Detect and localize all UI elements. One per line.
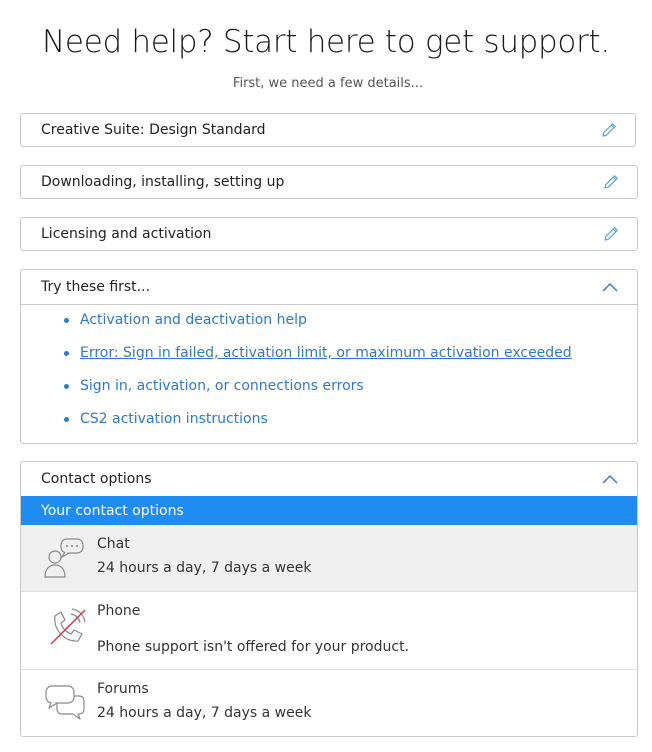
step-product-label: Creative Suite: Design Standard — [41, 122, 266, 138]
contact-option-phone: Phone Phone support isn't offered for yo… — [21, 591, 637, 669]
contact-option-chat[interactable]: Chat 24 hours a day, 7 days a week — [21, 525, 637, 591]
contact-option-name: Chat — [97, 536, 130, 552]
list-item: Activation and deactivation help — [64, 312, 307, 328]
contact-options-header[interactable]: Contact options — [21, 462, 637, 496]
step-topic-label: Licensing and activation — [41, 226, 212, 242]
try-these-first-header[interactable]: Try these first... — [21, 270, 637, 305]
step-product[interactable]: Creative Suite: Design Standard — [20, 113, 636, 147]
step-category[interactable]: Downloading, installing, setting up — [20, 165, 638, 199]
bullet — [64, 383, 69, 389]
chevron-up-icon[interactable] — [601, 281, 619, 293]
chevron-up-icon[interactable] — [601, 473, 619, 485]
list-item: Error: Sign in failed, activation limit,… — [64, 345, 572, 361]
pencil-edit-icon[interactable] — [599, 120, 619, 140]
link-connection-errors[interactable]: Sign in, activation, or connections erro… — [80, 378, 364, 394]
support-logo-icon — [318, 0, 342, 10]
contact-options-panel: Contact options Your contact options Cha… — [20, 461, 638, 737]
page-subtitle: First, we need a few details... — [232, 76, 424, 91]
pencil-edit-icon[interactable] — [601, 172, 621, 192]
step-topic[interactable]: Licensing and activation — [20, 217, 638, 251]
link-cs2-activation[interactable]: CS2 activation instructions — [80, 411, 268, 427]
link-activation-help[interactable]: Activation and deactivation help — [80, 312, 307, 328]
contact-option-desc: Phone support isn't offered for your pro… — [97, 639, 410, 655]
bullet — [64, 350, 69, 356]
contact-option-forums[interactable]: Forums 24 hours a day, 7 days a week — [21, 669, 637, 736]
try-these-first-label: Try these first... — [41, 279, 151, 295]
list-item: CS2 activation instructions — [64, 411, 268, 427]
contact-options-bar: Your contact options — [21, 496, 637, 525]
forum-bubbles-icon — [45, 685, 85, 720]
contact-option-name: Forums — [97, 681, 149, 697]
step-category-label: Downloading, installing, setting up — [41, 174, 285, 190]
bullet — [64, 317, 69, 323]
phone-disabled-icon — [50, 608, 86, 645]
list-item: Sign in, activation, or connections erro… — [64, 378, 364, 394]
contact-option-desc: 24 hours a day, 7 days a week — [97, 560, 312, 576]
chat-agent-icon — [44, 538, 84, 578]
link-sign-in-failed[interactable]: Error: Sign in failed, activation limit,… — [80, 345, 572, 361]
bullet — [64, 416, 69, 422]
pencil-edit-icon[interactable] — [601, 224, 621, 244]
contact-option-desc: 24 hours a day, 7 days a week — [97, 705, 312, 721]
contact-option-name: Phone — [97, 603, 141, 619]
contact-options-label: Contact options — [41, 471, 152, 487]
page-title: Need help? Start here to get support. — [42, 24, 610, 60]
